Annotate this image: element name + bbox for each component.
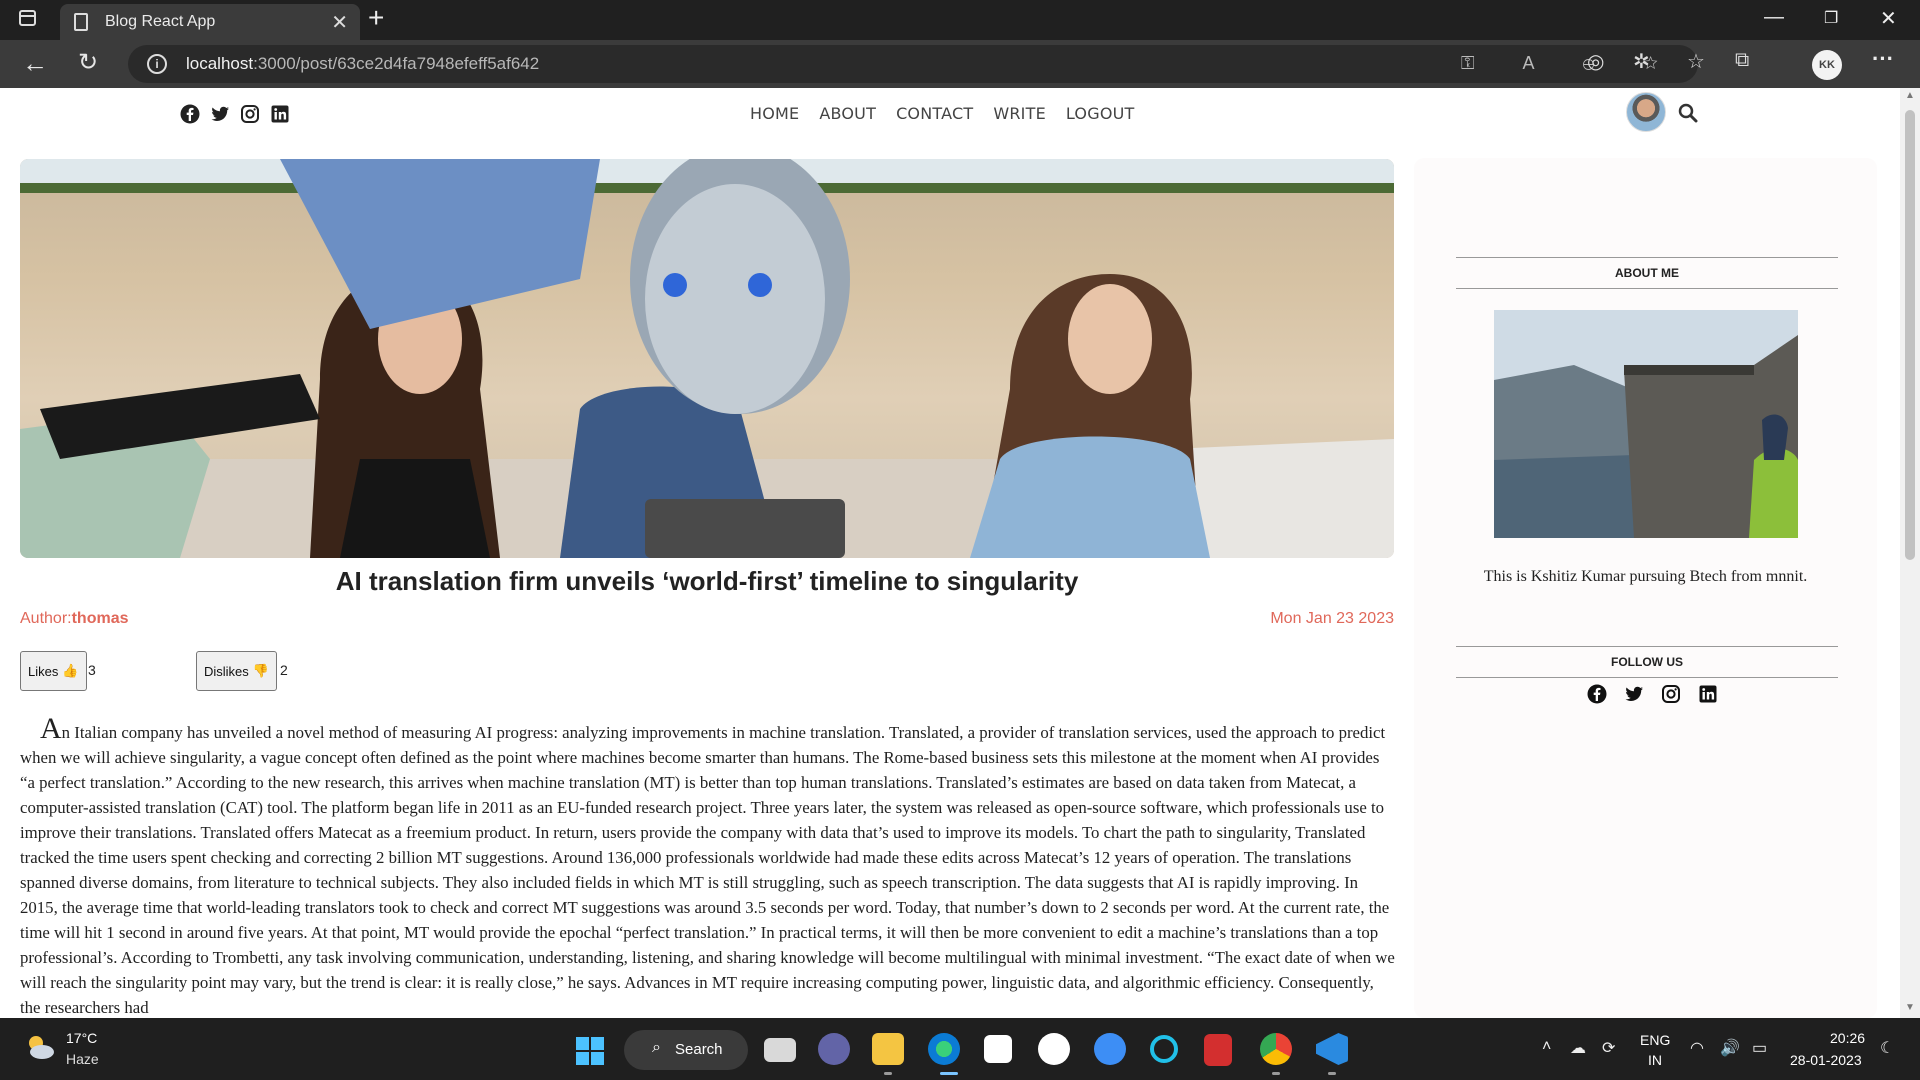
close-tab-icon[interactable]: ✕ — [331, 10, 348, 35]
get-help-icon[interactable] — [1094, 1033, 1126, 1065]
clock-date[interactable]: 28-01-2023 — [1790, 1052, 1862, 1068]
clock-time[interactable]: 20:26 — [1830, 1030, 1865, 1046]
extensions-puzzle-icon[interactable]: ✲ — [1633, 49, 1650, 74]
post-author: Author:thomas — [20, 610, 129, 627]
task-view-icon[interactable] — [764, 1038, 796, 1062]
battery-icon[interactable]: ▭ — [1752, 1038, 1767, 1058]
extension-icon[interactable]: ◎ — [1587, 49, 1604, 74]
page-viewport: HOME ABOUT CONTACT WRITE LOGOUT AI trans… — [0, 88, 1900, 1018]
about-me-heading: ABOUT ME — [1456, 257, 1838, 289]
region-indicator[interactable]: IN — [1648, 1052, 1662, 1068]
browser-tab-bar: Blog React App ✕ + — ❐ ✕ — [0, 0, 1920, 40]
thumbs-up-icon: 👍 — [62, 663, 79, 678]
author-link[interactable]: thomas — [72, 610, 129, 627]
notifications-icon[interactable]: ☾ — [1880, 1038, 1894, 1058]
microsoft-store-icon[interactable] — [984, 1035, 1012, 1063]
back-icon[interactable]: ← — [22, 48, 48, 79]
post-date: Mon Jan 23 2023 — [1270, 610, 1394, 627]
facebook-icon[interactable] — [1587, 684, 1607, 704]
browser-tab[interactable]: Blog React App ✕ — [60, 4, 360, 40]
weather-temperature[interactable]: 17°C — [66, 1030, 97, 1046]
nav-contact[interactable]: CONTACT — [896, 104, 973, 123]
page-icon — [74, 13, 88, 31]
dislike-button[interactable]: Dislikes 👎 — [196, 651, 277, 691]
user-avatar[interactable] — [1626, 92, 1666, 132]
refresh-icon[interactable]: ↻ — [78, 48, 98, 77]
new-tab-button[interactable]: + — [368, 2, 384, 34]
twitter-icon[interactable] — [1624, 684, 1644, 704]
mcafee-icon[interactable] — [1204, 1034, 1232, 1066]
tab-actions-icon[interactable] — [19, 10, 36, 26]
collections-icon[interactable]: ⧉ — [1735, 49, 1749, 72]
about-me-image — [1494, 310, 1798, 538]
volume-icon[interactable]: 🔊 — [1720, 1038, 1740, 1058]
profile-avatar[interactable]: KK — [1812, 50, 1842, 80]
dislikes-count: 2 — [280, 662, 288, 678]
wifi-icon[interactable]: ◠ — [1690, 1038, 1704, 1058]
address-bar-row: ← ↻ i localhost:3000/post/63ce2d4fa7948e… — [0, 40, 1920, 88]
chrome-icon[interactable] — [1260, 1033, 1292, 1065]
header-social-links — [180, 104, 290, 124]
minimize-icon[interactable]: — — [1764, 6, 1784, 29]
follow-us-heading: FOLLOW US — [1456, 646, 1838, 678]
instagram-icon[interactable] — [240, 104, 260, 124]
linkedin-icon[interactable] — [1698, 684, 1718, 704]
more-menu-icon[interactable]: ··· — [1872, 46, 1894, 72]
cortana-icon[interactable] — [1150, 1035, 1178, 1063]
search-icon[interactable] — [1678, 103, 1698, 128]
vscode-icon[interactable] — [1316, 1033, 1348, 1065]
close-window-icon[interactable]: ✕ — [1880, 6, 1897, 31]
linkedin-icon[interactable] — [270, 104, 290, 124]
post-title: AI translation firm unveils ‘world-first… — [335, 566, 1079, 596]
nav-logout[interactable]: LOGOUT — [1066, 104, 1135, 123]
like-button[interactable]: Likes 👍 — [20, 651, 87, 691]
windows-taskbar: 17°C Haze ⌕ Search ˄ ☁ ⟳ ENG IN ◠ 🔊 ▭ 20… — [0, 1018, 1920, 1080]
twitter-icon[interactable] — [210, 104, 230, 124]
about-me-text: This is Kshitiz Kumar pursuing Btech fro… — [1483, 568, 1808, 585]
facebook-icon[interactable] — [180, 104, 200, 124]
page-scrollbar[interactable]: ▲ ▼ — [1900, 88, 1920, 1018]
main-nav: HOME ABOUT CONTACT WRITE LOGOUT — [750, 104, 1135, 123]
teams-chat-icon[interactable] — [818, 1033, 850, 1065]
thumbs-down-icon: 👎 — [252, 663, 269, 678]
tray-overflow-icon[interactable]: ˄ — [1542, 1038, 1551, 1056]
nav-about[interactable]: ABOUT — [819, 104, 876, 123]
instagram-icon[interactable] — [1661, 684, 1681, 704]
nav-home[interactable]: HOME — [750, 104, 799, 123]
site-info-icon[interactable]: i — [147, 54, 167, 74]
likes-count: 3 — [88, 662, 96, 678]
scroll-thumb[interactable] — [1905, 110, 1915, 560]
taskbar-search[interactable]: ⌕ Search — [624, 1030, 748, 1070]
weather-condition[interactable]: Haze — [66, 1051, 99, 1067]
language-indicator[interactable]: ENG — [1640, 1032, 1670, 1048]
nav-write[interactable]: WRITE — [993, 104, 1046, 123]
sidebar: ABOUT ME This is Kshitiz Kumar pursuing … — [1414, 158, 1877, 1018]
sidebar-social-links — [1587, 684, 1718, 704]
onedrive-icon[interactable]: ☁ — [1570, 1038, 1586, 1058]
tab-title: Blog React App — [105, 13, 216, 30]
scroll-up-icon[interactable]: ▲ — [1905, 90, 1915, 101]
start-button[interactable] — [576, 1037, 604, 1065]
url-text[interactable]: localhost:3000/post/63ce2d4fa7948efeff5a… — [186, 54, 539, 74]
weather-haze-icon[interactable] — [22, 1032, 56, 1062]
post-body: An Italian company has unveiled a novel … — [20, 712, 1395, 1018]
post-cover-image — [20, 159, 1394, 558]
edge-icon[interactable] — [928, 1033, 960, 1065]
url-field[interactable]: i localhost:3000/post/63ce2d4fa7948efeff… — [128, 45, 1698, 83]
scroll-down-icon[interactable]: ▼ — [1905, 1002, 1915, 1013]
restore-icon[interactable]: ❐ — [1824, 8, 1838, 28]
sync-icon[interactable]: ⟳ — [1602, 1038, 1615, 1058]
github-icon[interactable] — [1038, 1033, 1070, 1065]
search-icon: ⌕ — [652, 1039, 661, 1056]
file-explorer-icon[interactable] — [872, 1033, 904, 1065]
favorites-icon[interactable]: ☆ — [1687, 49, 1705, 74]
